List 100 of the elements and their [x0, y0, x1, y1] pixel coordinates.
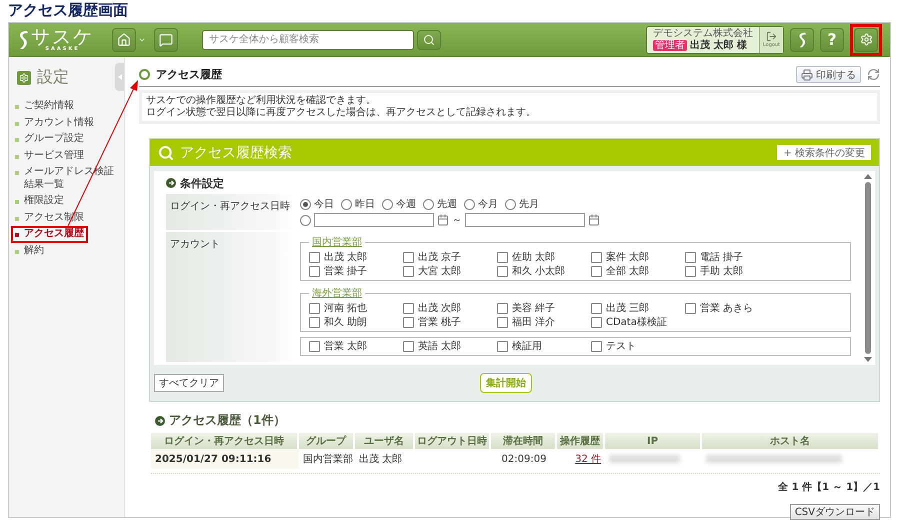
column-header: 滞在時間	[491, 433, 557, 449]
s-logo-icon	[797, 32, 807, 48]
account-name: 出茂 太郎	[324, 250, 368, 264]
settings-icon	[17, 70, 31, 84]
account-name: 手助 太郎	[700, 264, 744, 278]
checkbox[interactable]	[497, 316, 508, 328]
checkbox[interactable]	[591, 302, 602, 314]
range-separator: ～	[452, 214, 462, 227]
print-button[interactable]: 印刷する	[796, 66, 861, 83]
company-name: デモシステム株式会社	[653, 28, 753, 39]
logo-icon	[17, 30, 29, 50]
radio-button[interactable]	[505, 198, 516, 210]
column-header: ログイン・再アクセス日時	[151, 433, 299, 449]
calendar-icon[interactable]	[588, 214, 600, 226]
checkbox[interactable]	[497, 252, 508, 262]
column-header: 操作履歴	[557, 433, 605, 449]
date-field[interactable]	[314, 213, 434, 227]
checkbox[interactable]	[685, 302, 696, 314]
results-heading: アクセス履歴（1件）	[169, 412, 286, 429]
account-name: 検証用	[512, 340, 542, 353]
checkbox[interactable]	[591, 340, 602, 352]
checkbox[interactable]	[309, 252, 320, 262]
checkbox[interactable]	[309, 266, 320, 276]
sidebar-item[interactable]: 解約	[11, 242, 48, 259]
account-name: 営業 太郎	[324, 340, 368, 353]
radio-button[interactable]	[300, 214, 311, 226]
search-icon	[158, 144, 174, 160]
checkbox[interactable]	[403, 302, 414, 314]
account-name: CData様検証	[606, 316, 667, 329]
account-name: 河南 拓也	[324, 302, 368, 315]
checkbox[interactable]	[497, 266, 508, 276]
radio-button[interactable]	[341, 198, 352, 210]
checkbox[interactable]	[403, 316, 414, 328]
checkbox[interactable]	[591, 266, 602, 276]
chat-button[interactable]	[154, 28, 178, 52]
search-field[interactable]: サスケ全体から顧客検索	[202, 30, 414, 50]
radio-button[interactable]	[300, 198, 311, 210]
search-button[interactable]	[417, 30, 441, 50]
checkbox[interactable]	[591, 252, 602, 262]
account-name: 大宮 太郎	[418, 264, 462, 278]
csv-download-button[interactable]: CSVダウンロード	[790, 504, 880, 520]
account-name: 案件 太郎	[606, 250, 650, 264]
sidebar-item[interactable]: グループ設定	[11, 131, 88, 148]
checkbox[interactable]	[497, 302, 508, 314]
checkbox[interactable]	[403, 340, 414, 352]
settings-icon	[860, 33, 872, 46]
sidebar-item[interactable]: 権限設定	[11, 193, 68, 210]
radio-label: 昨日	[355, 198, 375, 211]
radio-button[interactable]	[464, 198, 475, 210]
toggle-conditions-button[interactable]: + 検索条件の変更	[777, 145, 871, 160]
sidebar-item[interactable]: ご契約情報	[11, 98, 78, 114]
checkbox[interactable]	[403, 266, 414, 276]
radio-button[interactable]	[423, 198, 434, 210]
account-name: 美容 絆子	[512, 302, 556, 315]
column-header: ログアウト日時	[415, 433, 491, 449]
pagination-text: 全 1 件【1 ～ 1】／1	[778, 480, 880, 494]
s-button[interactable]	[790, 28, 814, 52]
radio-label: 今週	[396, 198, 416, 211]
radio-button[interactable]	[382, 198, 393, 210]
sidebar-item[interactable]: アクセス履歴	[11, 226, 88, 242]
description-text: ログイン状態で翌日以降に再度アクセスした場合は、再アクセスとして記録されます。	[146, 107, 537, 119]
page-heading: アクセス履歴	[156, 67, 222, 82]
home-icon	[117, 32, 131, 46]
description-text: サスケでの操作履歴など利用状況を確認できます。	[146, 95, 377, 106]
radio-label: 今月	[478, 198, 498, 211]
refresh-icon[interactable]	[867, 68, 880, 81]
account-name: 和久 助朗	[324, 316, 368, 329]
checkbox[interactable]	[309, 340, 320, 352]
user-name: 出茂 太郎 様	[690, 40, 747, 52]
history-link[interactable]: 32 件	[575, 452, 601, 466]
checkbox[interactable]	[309, 316, 320, 328]
checkbox[interactable]	[591, 316, 602, 328]
role-badge: 管理者	[653, 40, 687, 51]
account-name: テスト	[606, 340, 636, 353]
account-name: 全部 太郎	[606, 264, 650, 278]
checkbox[interactable]	[497, 340, 508, 352]
sidebar-item[interactable]: メールアドレス検証結果一覧	[11, 164, 118, 193]
checkbox[interactable]	[309, 302, 320, 314]
account-name: 営業 あきら	[700, 302, 754, 315]
sidebar-item[interactable]: アカウント情報	[11, 114, 98, 131]
checkbox[interactable]	[685, 252, 696, 262]
account-name: 出茂 三郎	[606, 302, 650, 315]
sidebar-item[interactable]: サービス管理	[11, 148, 88, 164]
checkbox[interactable]	[685, 266, 696, 276]
radio-label: 先週	[437, 198, 457, 211]
account-name: 営業 掛子	[324, 264, 368, 278]
search-icon	[423, 34, 435, 46]
account-name: 和久 小太郎	[512, 264, 566, 278]
column-header: IP	[605, 433, 702, 449]
calendar-icon[interactable]	[437, 214, 449, 226]
account-name: 出茂 次郎	[418, 302, 462, 315]
sidebar-title: 設定	[37, 67, 69, 88]
date-field[interactable]	[465, 213, 585, 227]
panel-title: アクセス履歴検索	[180, 144, 292, 162]
section-heading: 条件設定	[180, 176, 224, 190]
checkbox[interactable]	[403, 252, 414, 262]
clear-all-button[interactable]: すべてクリア	[154, 374, 224, 392]
section-icon	[166, 178, 176, 188]
home-button[interactable]	[112, 28, 136, 52]
account-name: 出茂 京子	[418, 250, 462, 264]
